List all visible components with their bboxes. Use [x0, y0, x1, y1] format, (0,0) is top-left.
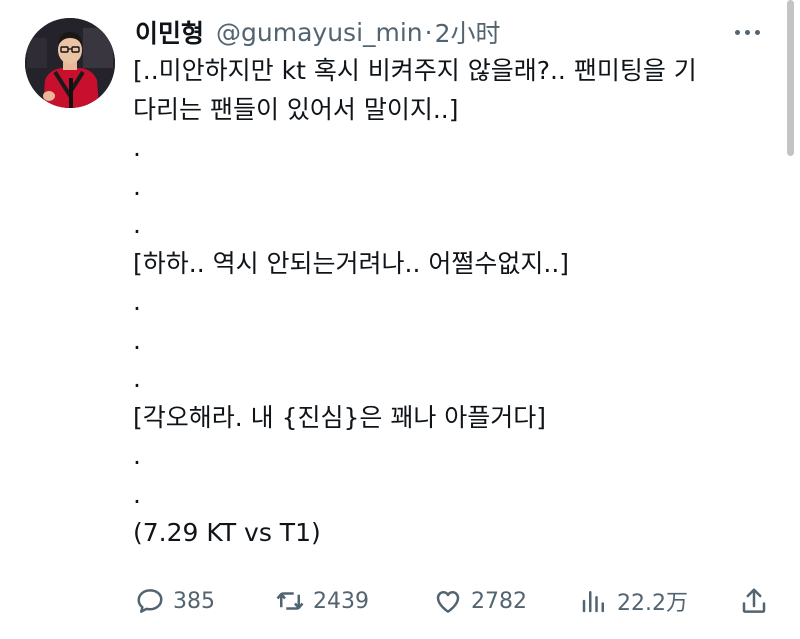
retweet-arrows-icon — [276, 592, 304, 610]
reply-count: 385 — [173, 588, 215, 614]
author-name[interactable]: 이민형 — [135, 14, 204, 50]
tweet-line: [..미안하지만 kt 혹시 비켜주지 않을래?.. 팬미팅을 기 — [133, 56, 697, 85]
tweet-line: (7.29 KT vs T1) — [133, 518, 321, 547]
bar-chart-icon — [582, 591, 604, 613]
author-handle[interactable]: @gumayusi_min — [216, 18, 423, 47]
heart-icon — [436, 591, 460, 613]
share-button[interactable] — [739, 583, 769, 619]
scrollbar[interactable] — [787, 0, 794, 156]
like-button[interactable]: 2782 — [433, 583, 527, 619]
speech-bubble-icon — [137, 589, 163, 613]
avatar-photo — [25, 18, 115, 108]
more-dot-icon — [734, 29, 740, 35]
tweet-line: . — [133, 210, 141, 239]
retweet-button[interactable]: 2439 — [275, 583, 369, 619]
tweet-line: . — [133, 133, 141, 162]
tweet-line: . — [133, 364, 141, 393]
tweet-header: 이민형 @gumayusi_min · 2小时 — [135, 14, 501, 50]
views-count: 22.2万 — [617, 591, 688, 616]
tweet-line: 다리는 팬들이 있어서 말이지..] — [133, 94, 459, 124]
retweet-count: 2439 — [313, 588, 369, 614]
reply-button[interactable]: 385 — [135, 583, 215, 619]
more-dot-icon — [744, 29, 750, 35]
share-upload-icon — [742, 588, 766, 613]
like-count: 2782 — [471, 588, 527, 614]
avatar[interactable] — [25, 18, 115, 108]
tweet-line: . — [133, 441, 141, 470]
tweet-line: . — [133, 325, 141, 355]
more-options-button[interactable] — [730, 18, 764, 46]
tweet-line: . — [133, 479, 141, 509]
tweet-text: [..미안하지만 kt 혹시 비켜주지 않을래?.. 팬미팅을 기 다리는 팬들… — [133, 52, 763, 553]
tweet-line: . — [133, 171, 141, 201]
tweet-line: [하하.. 역시 안되는거려나.. 어쩔수없지..] — [133, 248, 570, 278]
more-dot-icon — [754, 29, 760, 35]
tweet-timestamp[interactable]: 2小时 — [435, 14, 501, 50]
views-button[interactable]: 22.2万 — [579, 583, 688, 619]
separator-dot: · — [424, 17, 433, 47]
tweet-line: . — [133, 287, 141, 316]
tweet-line: [각오해라. 내 {진심}은 꽤나 아플거다] — [133, 402, 547, 432]
action-bar: 385 2439 2782 22.2万 — [135, 583, 775, 619]
